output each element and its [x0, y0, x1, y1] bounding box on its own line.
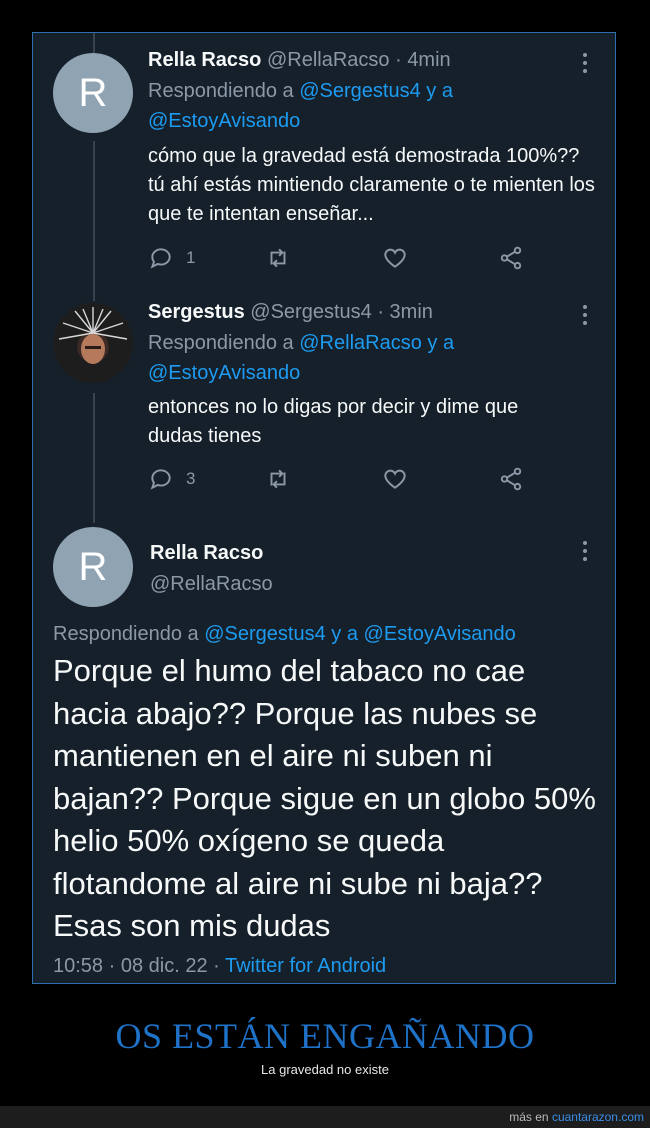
- more-options-icon[interactable]: [583, 305, 589, 329]
- replying-to: Respondiendo a @Sergestus4 y a @EstoyAvi…: [148, 76, 598, 136]
- tweet-meta: 10:58 · 08 dic. 22 · Twitter for Android: [53, 955, 387, 977]
- share-icon: [500, 246, 522, 270]
- heart-icon: [384, 248, 406, 268]
- reply-joiner: y a: [427, 332, 455, 354]
- avatar-letter: R: [78, 544, 108, 589]
- tweet-text: cómo que la gravedad está demostrada 100…: [148, 145, 595, 225]
- retweet-button[interactable]: [265, 245, 291, 271]
- author-name[interactable]: Rella Racso: [148, 49, 261, 71]
- author-handle[interactable]: @Sergestus4: [250, 301, 371, 323]
- reply-prefix: Respondiendo a: [53, 623, 199, 645]
- reply-count: 1: [186, 248, 196, 267]
- reply-button[interactable]: 1: [148, 245, 195, 271]
- reply-button[interactable]: 3: [148, 466, 195, 492]
- author-name[interactable]: Sergestus: [148, 301, 245, 323]
- avatar[interactable]: R: [53, 53, 133, 133]
- more-options-icon[interactable]: [583, 53, 589, 77]
- main-tweet-text: Porque el humo del tabaco no cae hacia a…: [53, 653, 596, 943]
- share-icon: [500, 467, 522, 491]
- like-button[interactable]: [382, 466, 408, 492]
- replying-to: Respondiendo a @Sergestus4 y a @EstoyAvi…: [53, 623, 516, 646]
- tweet-header: Sergestus @Sergestus4 · 3min: [148, 301, 433, 323]
- site-link[interactable]: cuantarazon.com: [552, 1110, 644, 1124]
- tweet-time: 10:58: [53, 955, 104, 977]
- reply-count: 3: [186, 469, 196, 488]
- heart-icon: [384, 469, 406, 489]
- mention-link[interactable]: @Sergestus4: [204, 623, 325, 645]
- tweet-actions: 1: [148, 245, 528, 271]
- tweet-time: 3min: [389, 301, 433, 323]
- reply-prefix: Respondiendo a: [148, 80, 294, 102]
- avatar[interactable]: [53, 303, 133, 383]
- mention-link[interactable]: @RellaRacso: [299, 332, 422, 354]
- like-button[interactable]: [382, 245, 408, 271]
- footer-prefix: más en: [509, 1110, 549, 1124]
- tweet-text: entonces no lo digas por decir y dime qu…: [148, 396, 519, 447]
- avatar-letter: R: [78, 70, 108, 115]
- reply-joiner: y a: [426, 80, 453, 102]
- tweet-actions: 3: [148, 466, 528, 492]
- tweet-date: 08 dic. 22: [120, 955, 208, 977]
- post-subtitle: La gravedad no existe: [261, 1062, 389, 1077]
- avatar[interactable]: R: [53, 527, 133, 607]
- thread-connector-1: [93, 141, 95, 301]
- tweet-thread-screenshot: R Rella Racso @RellaRacso · 4min Respond…: [32, 32, 616, 984]
- author-handle[interactable]: @RellaRacso: [150, 573, 273, 596]
- post-title: OS ESTÁN ENGAÑANDO: [115, 1016, 535, 1056]
- mention-link[interactable]: @EstoyAvisando: [364, 623, 516, 645]
- mention-link[interactable]: @EstoyAvisando: [148, 362, 300, 384]
- share-button[interactable]: [498, 466, 524, 492]
- author-handle[interactable]: @RellaRacso: [267, 49, 390, 71]
- share-button[interactable]: [498, 245, 524, 271]
- tweet-time: 4min: [407, 49, 451, 71]
- reply-icon: [150, 469, 171, 490]
- reply-joiner: y a: [331, 623, 358, 645]
- footer-bar: más en cuantarazon.com: [0, 1106, 650, 1128]
- replying-to: Respondiendo a @RellaRacso y a @EstoyAvi…: [148, 328, 598, 388]
- more-options-icon[interactable]: [583, 541, 589, 565]
- tweet-source-link[interactable]: Twitter for Android: [225, 955, 386, 977]
- retweet-icon: [270, 248, 286, 268]
- mention-link[interactable]: @Sergestus4: [299, 80, 420, 102]
- profile-photo-icon: [58, 307, 128, 364]
- reply-prefix: Respondiendo a: [148, 332, 294, 354]
- thread-connector-2: [93, 393, 95, 523]
- thread-connector-top: [93, 33, 95, 53]
- author-name[interactable]: Rella Racso: [150, 542, 263, 565]
- reply-icon: [150, 248, 171, 269]
- tweet-header: Rella Racso @RellaRacso · 4min: [148, 49, 451, 71]
- retweet-icon: [270, 469, 286, 489]
- retweet-button[interactable]: [265, 466, 291, 492]
- mention-link[interactable]: @EstoyAvisando: [148, 110, 300, 132]
